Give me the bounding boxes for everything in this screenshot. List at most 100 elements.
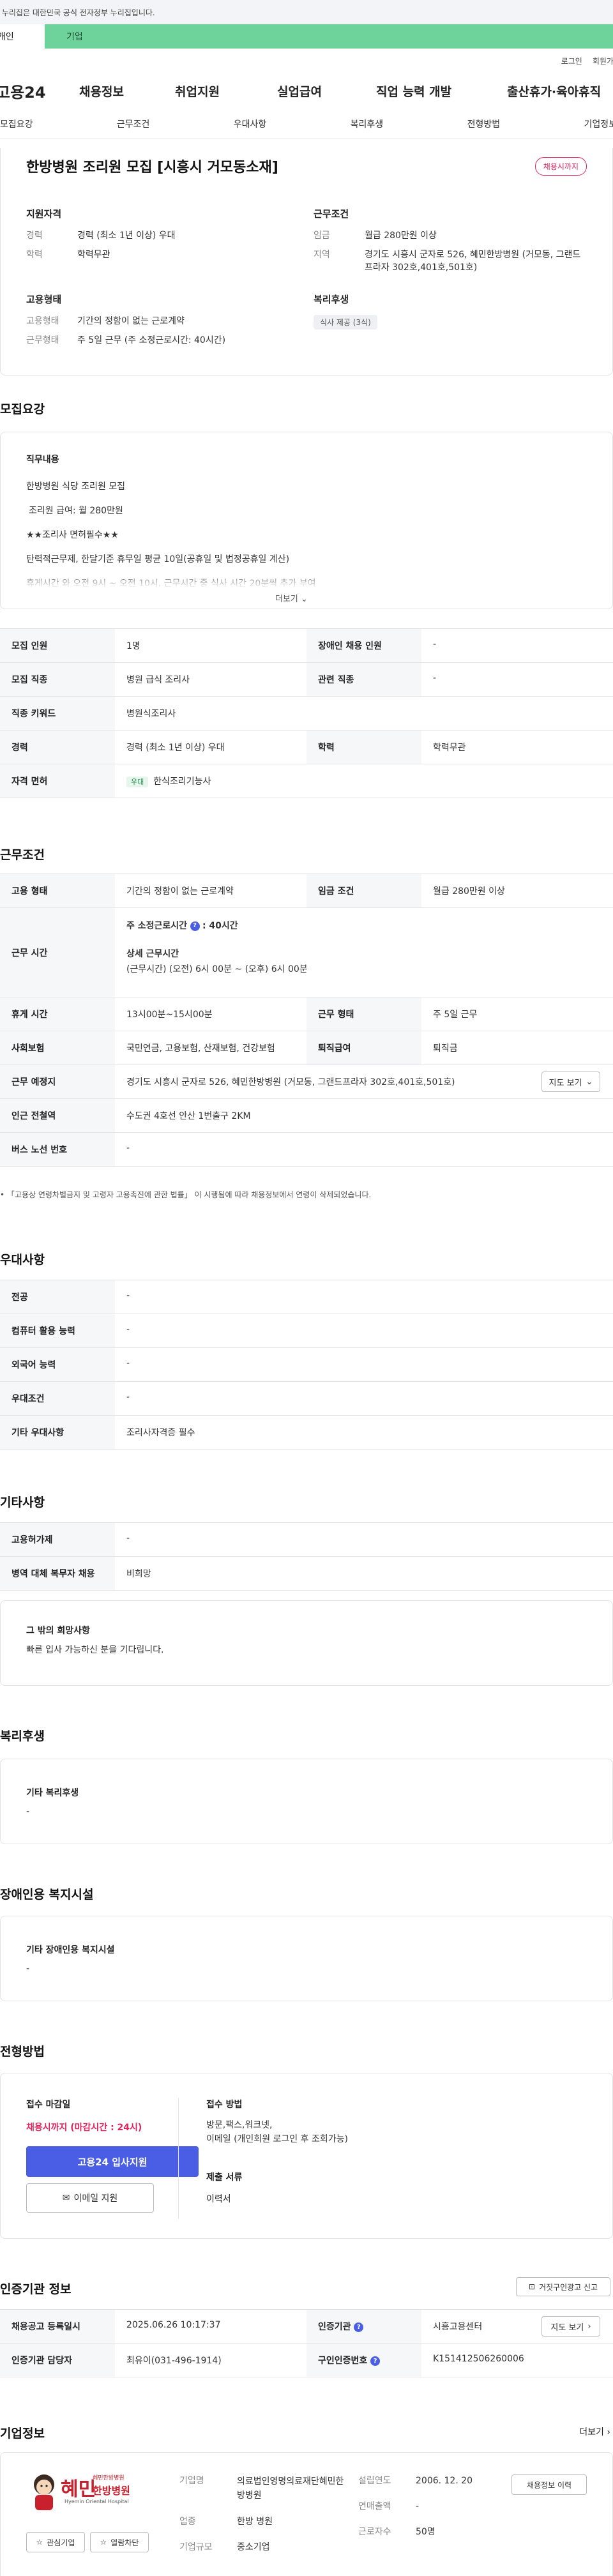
disab-title: 장애인용 복지시설 — [0, 1888, 94, 1902]
welfare-title: 복리후생 — [314, 294, 349, 305]
summary-cond: 근무조건 임금 월급 280만원 이상 지역 경기도 시흥시 군자로 526, 혜민… — [314, 207, 588, 274]
user-type-tabs: 개인 기업 — [0, 24, 613, 49]
help-icon[interactable]: ? — [190, 921, 200, 931]
gnb-item-leave[interactable]: 출산휴가·육아휴직 — [507, 82, 601, 100]
logo-en: Hyemin Oriental Hospital — [64, 2499, 129, 2504]
method-value: 방문,팩스,워크넷, 이메일 (개인회원 로그인 후 조회가능) — [206, 2120, 348, 2144]
disab-value: - — [26, 1964, 30, 1974]
table-row: 인근 전철역 수도권 4호선 안산 1번출구 2KM — [0, 1099, 613, 1133]
help-icon[interactable]: ? — [370, 2356, 381, 2366]
tab-company[interactable]: 기업 — [45, 24, 613, 49]
welfare-section-title: 복리후생 — [0, 1729, 45, 1743]
summary-emp: 고용형태 고용형태 기간의 정함이 없는 근로계약 근무형태 주 5일 근무 (주 … — [26, 292, 294, 347]
help-icon[interactable]: ? — [354, 2322, 364, 2332]
global-nav: 고용24 채용정보 취업지원 실업급여 직업 능력 개발 출산휴가·육아휴직 — [0, 73, 613, 109]
cond-title: 근무조건 — [314, 208, 349, 220]
company-info-col1: 기업명 의료법인영명의료재단혜민한방병원 업종 한방 병원 기업규모 중소기업 — [179, 2476, 344, 2552]
table-row: 모집 직종 병원 급식 조리사 관련 직종 - — [0, 663, 613, 697]
status-badge: 채용시까지 — [534, 157, 587, 176]
summary-card: 한방병원 조리원 모집 [시흥시 거모동소재] 채용시까지 지원자격 경력 경력 … — [0, 148, 613, 375]
report-icon: ⊡ — [528, 2282, 535, 2291]
table-row: 우대조건 - — [0, 1382, 613, 1416]
gnb-item-jobs[interactable]: 채용정보 — [79, 82, 175, 100]
tab-personal[interactable]: 개인 — [0, 24, 45, 49]
subnav-work[interactable]: 근무조건 — [117, 117, 150, 130]
table-row: 경력 경력 (최소 1년 이상) 우대 학력 학력무관 — [0, 731, 613, 764]
duty-fade — [1, 570, 612, 588]
duty-label: 직무내용 — [26, 455, 59, 465]
summary-welfare: 복리후생 식사 제공 (3식) — [314, 292, 377, 330]
table-row: 자격 면허 우대 한식조리기능사 — [0, 764, 613, 798]
gnb-item-training[interactable]: 직업 능력 개발 — [376, 82, 507, 100]
table-row: 버스 노선 번호 - — [0, 1133, 613, 1167]
subnav-company[interactable]: 기업정보 — [584, 117, 613, 130]
table-row: 근무 시간 주 소정근로시간 ? : 40시간 상세 근무시간 (근무시간) (… — [0, 908, 613, 997]
company-card: 혜민 한방병원 혜민한방병원 Hyemin Oriental Hospital … — [0, 2452, 613, 2576]
report-button[interactable]: ⊡ 거짓구인광고 신고 — [516, 2277, 610, 2296]
company-info-col2: 설립연도 2006. 12. 20 연매출액 - 근로자수 50명 — [358, 2476, 473, 2537]
table-row: 고용 형태 기간의 정함이 없는 근로계약 임금 조건 월급 280만원 이상 — [0, 874, 613, 908]
subnav-welfare[interactable]: 복리후생 — [351, 117, 384, 130]
table-row: 병역 대체 복무자 채용 비희망 — [0, 1557, 613, 1591]
logo-kr: 혜민한방병원 — [93, 2475, 125, 2481]
company-more-link[interactable]: 더보기 › — [579, 2425, 610, 2438]
method-label: 접수 방법 — [206, 2100, 243, 2110]
chevron-right-icon: › — [587, 2321, 591, 2331]
star-icon: ☆ — [36, 2538, 43, 2547]
process-title: 전형방법 — [0, 2045, 45, 2059]
signup-link[interactable]: 회원가입 — [593, 56, 613, 66]
welfare-pill: 식사 제공 (3식) — [314, 315, 377, 330]
recruit-table: 모집 인원 1명 장애인 채용 인원 - 모집 직종 병원 급식 조리사 관련 직종 -… — [0, 628, 613, 798]
subnav-pref[interactable]: 우대사항 — [234, 117, 267, 130]
agency-map-button[interactable]: 지도 보기 › — [541, 2316, 600, 2337]
docs-value: 이력서 — [206, 2194, 231, 2204]
table-row: 컴퓨터 활용 능력 - — [0, 1314, 613, 1348]
agency-table: 채용공고 등록일시 2025.06.26 10:17:37 인증기관 ? 시흥고용센… — [0, 2309, 613, 2377]
map-button[interactable]: 지도 보기 ⌄ — [541, 1072, 600, 1092]
apply-button[interactable]: 고용24 입사지원 — [26, 2146, 199, 2177]
mascot-icon — [34, 2474, 54, 2510]
work-title: 근무조건 — [0, 848, 45, 862]
disab-card: 기타 장애인용 복지시설 - — [0, 1916, 613, 2001]
wish-value: 빠른 입사 가능하신 분을 기다립니다. — [26, 1645, 164, 1655]
table-row: 채용공고 등록일시 2025.06.26 10:17:37 인증기관 ? 시흥고용센… — [0, 2310, 613, 2344]
duty-card: 직무내용 한방병원 식당 조리원 모집 조리원 급여: 월 280만원 ★★조리… — [0, 432, 613, 609]
more-button[interactable]: 더보기 ⌄ — [275, 592, 308, 604]
table-row: 전공 - — [0, 1280, 613, 1314]
table-row: 모집 인원 1명 장애인 채용 인원 - — [0, 629, 613, 663]
etc-table: 고용허가제 - 병역 대체 복무자 채용 비희망 — [0, 1522, 613, 1591]
welfare-card: 기타 복리후생 - — [0, 1759, 613, 1844]
docs-label: 제출 서류 — [206, 2172, 243, 2183]
login-link[interactable]: 로그인 — [561, 56, 582, 66]
job-history-button[interactable]: 채용정보 이력 — [511, 2474, 587, 2495]
age-note: • 「고용상 연령차별금지 및 고령자 고용촉진에 관한 법률」 이 시행됨에 … — [0, 1190, 372, 1199]
emp-title: 고용형태 — [26, 294, 62, 305]
summary-qual: 지원자격 경력 경력 (최소 1년 이상) 우대 학력 학력무관 — [26, 207, 282, 261]
company-title: 기업정보 — [0, 2427, 45, 2441]
star-icon: ☆ — [100, 2538, 107, 2547]
email-apply-button[interactable]: ✉ 이메일 지원 — [26, 2183, 154, 2213]
pref-title: 우대사항 — [0, 1253, 45, 1267]
favorite-company-button[interactable]: ☆ 관심기업 — [26, 2532, 85, 2552]
company-logo: 혜민 한방병원 혜민한방병원 Hyemin Oriental Hospital — [26, 2469, 154, 2514]
block-view-button[interactable]: ☆ 열람차단 — [90, 2532, 149, 2552]
welfare-label: 기타 복리후생 — [26, 1788, 79, 1798]
gnb-item-support[interactable]: 취업지원 — [175, 82, 277, 100]
gnb-item-benefit[interactable]: 실업급여 — [277, 82, 376, 100]
etc-title: 기타사항 — [0, 1496, 45, 1510]
recruit-title: 모집요강 — [0, 402, 45, 416]
welfare-value: - — [26, 1807, 30, 1817]
pref-tag: 우대 — [126, 777, 149, 787]
table-row: 인증기관 담당자 최유이(031-496-1914) 구인인증번호 ? K15141… — [0, 2344, 613, 2377]
deadline-label: 접수 마감일 — [26, 2100, 71, 2110]
chevron-down-icon: ⌄ — [301, 595, 308, 604]
gov-notice-text: 이 누리집은 대한민국 공식 전자정부 누리집입니다. — [0, 8, 155, 17]
logo-sub: 한방병원 — [93, 2485, 130, 2497]
wish-label: 그 밖의 희망사항 — [26, 1626, 90, 1636]
site-logo[interactable]: 고용24 — [0, 80, 79, 102]
table-row: 사회보험 국민연금, 고용보험, 산재보험, 건강보험 퇴직급여 퇴직금 — [0, 1031, 613, 1065]
table-row: 기타 우대사항 조리사자격증 필수 — [0, 1416, 613, 1450]
subnav-recruit[interactable]: 모집요강 — [0, 117, 33, 130]
subnav-process[interactable]: 전형방법 — [467, 117, 501, 130]
chevron-right-icon: › — [607, 2427, 610, 2437]
